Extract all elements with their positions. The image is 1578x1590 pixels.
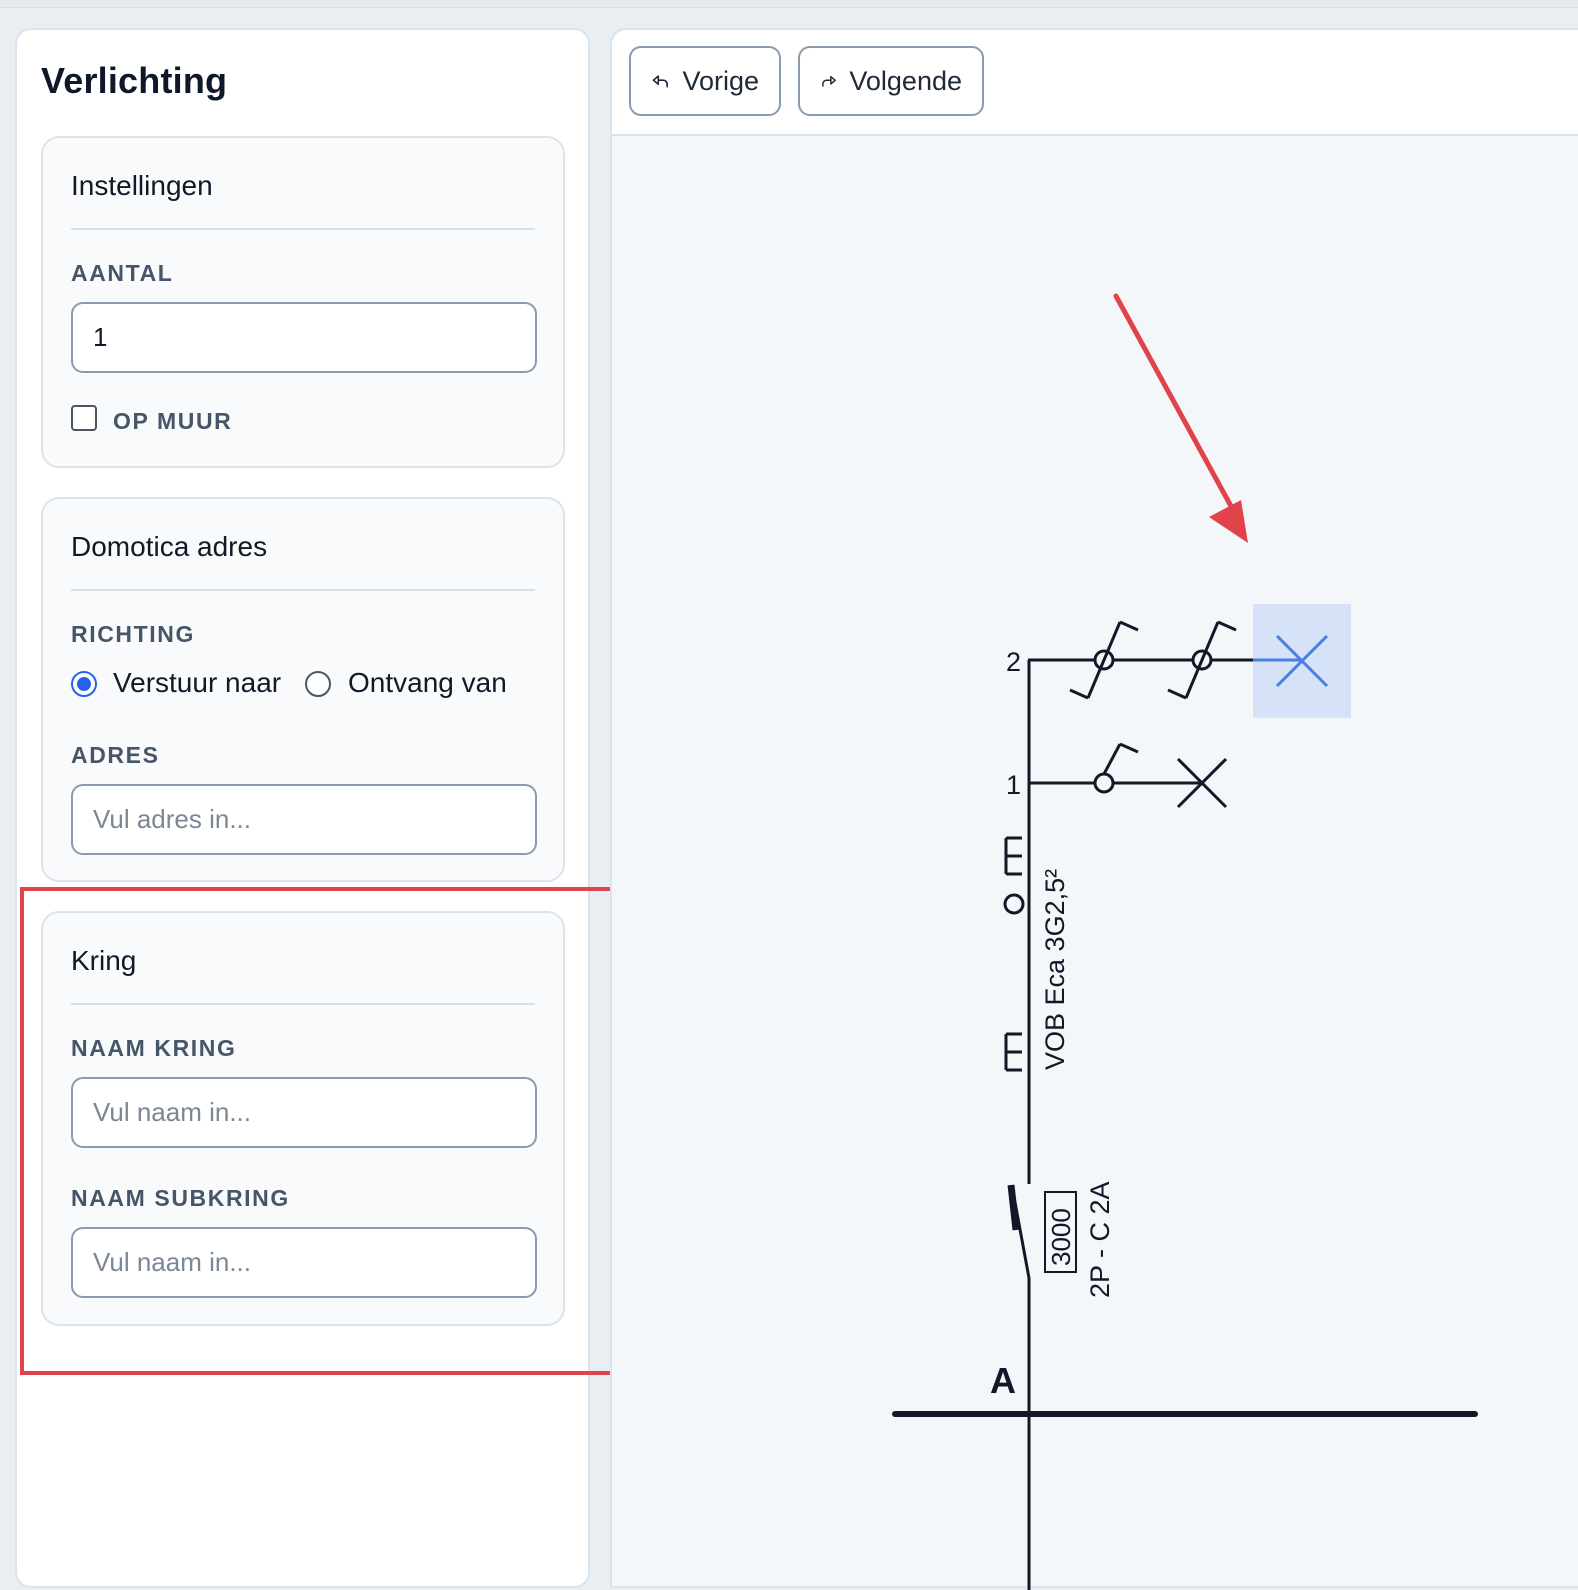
cable-marker-o xyxy=(1003,893,1025,915)
earth-symbol-bottom xyxy=(1004,1032,1022,1072)
properties-panel: Verlichting Instellingen AANTAL OP MUUR … xyxy=(15,28,590,1588)
domotica-card: Domotica adres RICHTING Verstuur naar On… xyxy=(41,497,565,882)
richting-label: RICHTING xyxy=(71,621,195,647)
naam-kring-label: NAAM KRING xyxy=(71,1035,237,1061)
naam-subkring-label: NAAM SUBKRING xyxy=(71,1185,290,1211)
radio-ontvang-van[interactable] xyxy=(305,671,331,697)
earth-symbol-top xyxy=(1004,836,1022,876)
top-border xyxy=(0,0,1578,8)
settings-divider xyxy=(71,228,535,230)
aantal-input[interactable] xyxy=(71,302,537,373)
naam-kring-input[interactable] xyxy=(71,1077,537,1148)
annotation-arrow xyxy=(1113,293,1248,543)
adres-input[interactable] xyxy=(71,784,537,855)
single-line-diagram: A 3000 2P - C 2A VOB Eca 3G2,5² 2 1 xyxy=(892,293,1478,1590)
bus-label: A xyxy=(990,1360,1016,1401)
adres-label: ADRES xyxy=(71,742,160,768)
circuit-1-label: 1 xyxy=(1006,770,1021,800)
radio-verstuur-naar-label[interactable]: Verstuur naar xyxy=(113,667,281,699)
kring-card-title: Kring xyxy=(71,945,137,976)
panel-title: Verlichting xyxy=(41,60,228,101)
kring-divider xyxy=(71,1003,535,1005)
breaker-symbol[interactable] xyxy=(1007,1184,1031,1279)
diagram-panel: Vorige Volgende A 3000 2P - C 2A VOB Eca… xyxy=(610,28,1578,1590)
kring-card: Kring NAAM KRING NAAM SUBKRING xyxy=(41,911,565,1326)
domotica-card-title: Domotica adres xyxy=(71,531,268,562)
radio-ontvang-van-label[interactable]: Ontvang van xyxy=(348,667,507,699)
cable-spec: VOB Eca 3G2,5² xyxy=(1040,869,1070,1070)
domotica-divider xyxy=(71,589,535,591)
circuit-2-label: 2 xyxy=(1006,647,1021,677)
radio-verstuur-naar[interactable] xyxy=(71,671,97,697)
naam-subkring-input[interactable] xyxy=(71,1227,537,1298)
breaker-rating: 3000 xyxy=(1046,1208,1076,1266)
circuit-1-switch[interactable] xyxy=(1093,742,1139,794)
settings-card: Instellingen AANTAL OP MUUR xyxy=(41,136,565,468)
settings-card-title: Instellingen xyxy=(71,170,213,201)
aantal-label: AANTAL xyxy=(71,260,174,286)
op-muur-label[interactable]: OP MUUR xyxy=(113,408,232,435)
breaker-spec: 2P - C 2A xyxy=(1085,1181,1115,1298)
op-muur-checkbox[interactable] xyxy=(71,405,97,431)
